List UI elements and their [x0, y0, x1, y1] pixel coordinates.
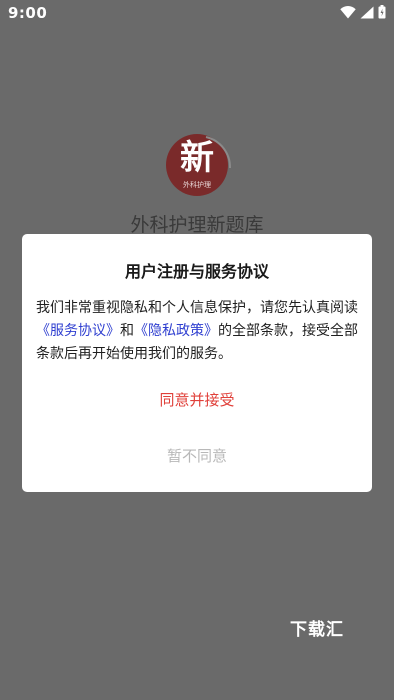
service-agreement-link[interactable]: 《服务协议》	[36, 323, 120, 339]
app-logo: 新 外科护理	[166, 134, 232, 200]
app-title: 外科护理新题库	[130, 214, 264, 236]
dialog-title: 用户注册与服务协议	[124, 262, 269, 281]
signal-icon	[360, 6, 374, 19]
wifi-icon	[340, 5, 356, 19]
status-icons	[340, 5, 386, 19]
battery-icon	[378, 5, 386, 19]
privacy-policy-link[interactable]: 《隐私政策》	[134, 323, 218, 339]
status-bar: 9:00	[0, 0, 394, 28]
logo-arc-icon	[205, 136, 232, 169]
body-text-part1: 我们非常重视隐私和个人信息保护，请您先认真阅读	[36, 300, 358, 316]
watermark-label: 下载汇	[290, 620, 344, 640]
privacy-dialog: 用户注册与服务协议 我们非常重视隐私和个人信息保护，请您先认真阅读《服务协议》和…	[22, 234, 372, 492]
dialog-body: 我们非常重视隐私和个人信息保护，请您先认真阅读《服务协议》和《隐私政策》的全部条…	[36, 297, 362, 366]
body-text-part2: 和	[120, 323, 134, 339]
agree-button[interactable]: 同意并接受	[22, 386, 372, 414]
status-time: 9:00	[8, 4, 48, 22]
disagree-button[interactable]: 暂不同意	[22, 442, 372, 470]
